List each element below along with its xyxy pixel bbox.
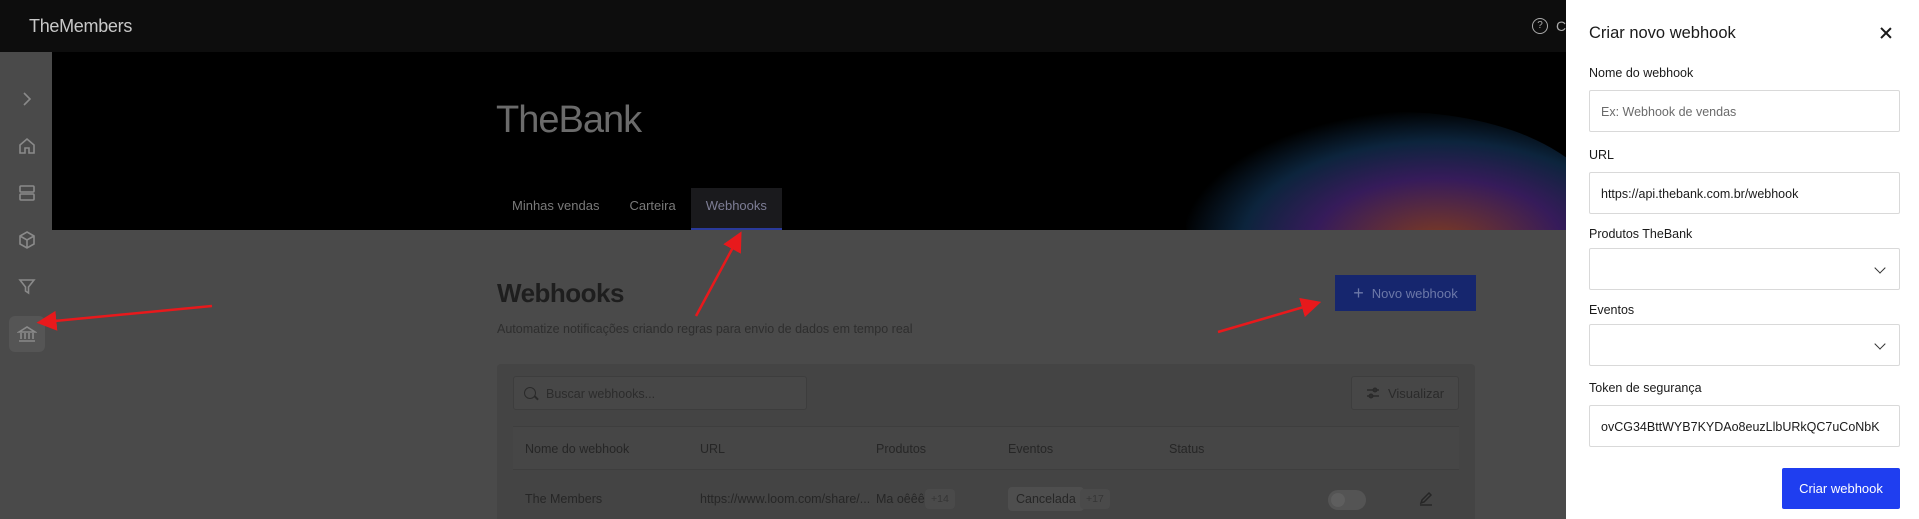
search-input[interactable]: [546, 385, 796, 403]
sidebar-item-home[interactable]: [9, 128, 45, 164]
page-title: Webhooks: [497, 278, 624, 308]
arrow-to-bank-icon: [36, 304, 213, 331]
sidebar-rail: [0, 52, 52, 519]
webhook-name-label: Nome do webhook: [1589, 66, 1694, 80]
new-webhook-label: Novo webhook: [1371, 285, 1458, 301]
drawer-title: Criar novo webhook: [1589, 24, 1736, 42]
products-label: Produtos TheBank: [1589, 227, 1693, 241]
column-header-events[interactable]: Eventos: [1008, 442, 1053, 456]
webhook-name-field: [1589, 90, 1900, 132]
layers-icon: [19, 185, 35, 201]
events-label: Eventos: [1589, 303, 1635, 317]
products-more-badge[interactable]: +14: [925, 489, 955, 509]
arrow-to-new-webhook: [1217, 297, 1322, 334]
user-initial[interactable]: C: [1556, 18, 1566, 34]
sidebar-item-funnel[interactable]: [9, 269, 45, 305]
sidebar-item-products[interactable]: [9, 222, 45, 258]
hero-banner: TheBank Minhas vendas Carteira Webhooks: [52, 52, 1566, 230]
table-header: Nome do webhook URL Produtos Eventos Sta…: [513, 426, 1459, 470]
url-label: URL: [1589, 148, 1615, 162]
token-field: [1589, 405, 1900, 447]
tab-webhooks[interactable]: Webhooks: [690, 188, 782, 230]
tab-bar: Minhas vendas Carteira Webhooks: [497, 188, 782, 230]
column-header-products[interactable]: Produtos: [876, 442, 926, 456]
events-more-badge[interactable]: +17: [1080, 489, 1110, 509]
bank-icon: [17, 326, 37, 342]
filter-icon: [18, 279, 36, 295]
url-field: [1589, 172, 1900, 214]
event-chip: Cancelada: [1008, 487, 1084, 511]
tab-minhas-vendas[interactable]: Minhas vendas: [497, 188, 614, 230]
events-select[interactable]: [1589, 324, 1900, 366]
column-header-name[interactable]: Nome do webhook: [525, 442, 629, 456]
url-input[interactable]: [1601, 185, 1891, 203]
column-header-url[interactable]: URL: [700, 442, 725, 456]
create-webhook-button[interactable]: Criar webhook: [1782, 468, 1900, 509]
webhooks-card: Visualizar Nome do webhook URL Produtos …: [497, 364, 1475, 519]
search-icon: [524, 387, 536, 399]
page-hero-title: TheBank: [496, 99, 642, 141]
new-webhook-button[interactable]: + Novo webhook: [1335, 275, 1476, 311]
column-header-status[interactable]: Status: [1169, 442, 1204, 456]
visualize-label: Visualizar: [1387, 385, 1445, 401]
chevron-down-icon: [1874, 262, 1886, 274]
tab-carteira[interactable]: Carteira: [614, 188, 690, 230]
page-subtitle: Automatize notificações criando regras p…: [497, 322, 913, 336]
webhook-product: Ma oêêê: [876, 492, 925, 506]
home-icon: [19, 137, 35, 154]
sliders-icon: [1366, 387, 1379, 399]
chevron-right-icon: [23, 92, 32, 106]
plus-icon: +: [1353, 283, 1364, 303]
brand-logo[interactable]: TheMembers: [29, 16, 132, 37]
hero-decoration: [1186, 112, 1566, 230]
edit-icon[interactable]: [1418, 490, 1434, 506]
search-box: [513, 376, 807, 410]
chevron-down-icon: [1874, 338, 1886, 350]
products-select[interactable]: [1589, 248, 1900, 290]
webhook-name: The Members: [525, 492, 603, 506]
cube-icon: [19, 231, 35, 249]
token-label: Token de segurança: [1589, 381, 1702, 395]
webhook-url: https://www.loom.com/share/...: [700, 492, 871, 506]
status-toggle[interactable]: [1328, 490, 1366, 510]
expand-sidebar-button[interactable]: [9, 81, 45, 117]
close-icon[interactable]: [1879, 26, 1893, 40]
sidebar-item-members[interactable]: [9, 175, 45, 211]
help-icon[interactable]: ?: [1532, 18, 1548, 34]
table-row[interactable]: The Members https://www.loom.com/share/.…: [513, 470, 1459, 519]
sidebar-item-bank[interactable]: [9, 316, 45, 352]
arrow-to-webhooks-tab: [694, 231, 742, 317]
webhook-name-input[interactable]: [1601, 103, 1891, 121]
token-input[interactable]: [1601, 418, 1891, 436]
visualize-button[interactable]: Visualizar: [1351, 376, 1459, 410]
create-webhook-drawer: Criar novo webhook Nome do webhook URL P…: [1566, 0, 1919, 519]
